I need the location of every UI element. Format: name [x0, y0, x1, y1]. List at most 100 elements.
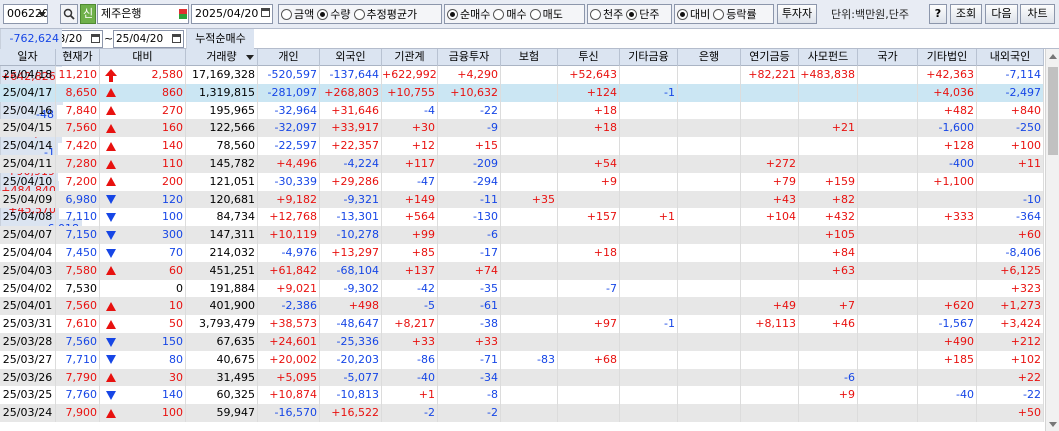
- radio-icon[interactable]: [590, 8, 601, 20]
- table-row[interactable]: 25/04/15 7,560 160 122,566 -32,097 +33,917 +30…: [0, 119, 1044, 138]
- chart-button[interactable]: 차트: [1020, 4, 1055, 24]
- calendar-icon[interactable]: [261, 8, 270, 17]
- vertical-scrollbar[interactable]: [1045, 49, 1059, 431]
- header-col-change[interactable]: 대비: [100, 49, 186, 66]
- triangle-up-icon: [104, 157, 118, 171]
- compare-type-option[interactable]: 대비: [677, 6, 710, 22]
- header-col-individual[interactable]: 개인: [258, 49, 320, 66]
- table-row[interactable]: 25/04/11 7,280 110 145,782 +4,496 -4,224 +117-…: [0, 155, 1044, 173]
- trade-type-option[interactable]: 순매수: [447, 6, 490, 22]
- change-value: 50: [169, 317, 183, 331]
- table-row[interactable]: 25/04/08 7,110 100 84,734 +12,768 -13,301 +564…: [0, 208, 1044, 227]
- table-row[interactable]: 25/04/03 7,580 60 451,251 +61,842 -68,104 +137…: [0, 261, 1044, 280]
- header-label: 거래량: [206, 50, 237, 63]
- header-col-insurance[interactable]: 보험: [501, 49, 558, 66]
- header-col-other-finance[interactable]: 기타금융: [620, 49, 678, 66]
- insurance-cell: [501, 297, 558, 316]
- table-row[interactable]: 25/04/04 7,450 70 214,032 -4,976 +13,297 +85 -1…: [0, 244, 1044, 262]
- header-col-institution[interactable]: 기관계: [382, 49, 438, 66]
- insurance-cell: [501, 226, 558, 244]
- help-button[interactable]: ?: [929, 4, 947, 24]
- amount-type-option[interactable]: 추정평균가: [353, 6, 417, 22]
- other-finance-cell: [620, 155, 678, 173]
- compare-type-option[interactable]: 등락률: [713, 6, 757, 22]
- table-row[interactable]: 25/04/09 6,980 120 120,681 +9,182 -9,321 +149-…: [0, 190, 1044, 209]
- trade-type-option[interactable]: 매도: [529, 6, 563, 22]
- scroll-thumb[interactable]: [1048, 67, 1058, 155]
- sort-dropdown-icon[interactable]: [246, 55, 254, 60]
- header-col-financial-invest[interactable]: 금융투자: [438, 49, 501, 66]
- table-row[interactable]: 25/04/18 11,210 2,580 17,169,328 -520,597 -13…: [0, 66, 1044, 84]
- radio-icon[interactable]: [317, 8, 329, 20]
- table-row[interactable]: 25/03/25 7,760 140 60,325 +10,874 -10,813 +1 -8…: [0, 386, 1044, 405]
- table-row[interactable]: 25/04/01 7,560 10 401,900 -2,386 +498 -5 -61 +49…: [0, 297, 1044, 316]
- table-row[interactable]: 25/03/31 7,610 50 3,793,479 +38,573 -48,647 +8…: [0, 315, 1044, 333]
- table-row[interactable]: 25/04/07 7,150 300 147,311 +10,119 -10,278 +99…: [0, 226, 1044, 244]
- radio-icon[interactable]: [281, 8, 292, 20]
- arrow-shape: [106, 337, 116, 347]
- amount-type-option[interactable]: 수량: [317, 6, 351, 22]
- triangle-down-icon: [104, 353, 118, 367]
- calendar-icon[interactable]: [172, 34, 181, 43]
- header-col-other-corp[interactable]: 기타법인: [918, 49, 977, 66]
- new-listing-badge[interactable]: 신: [80, 4, 96, 24]
- table-row[interactable]: 25/04/16 7,840 270 195,965 -32,964 +31,646 -4-…: [0, 101, 1044, 120]
- header-col-date[interactable]: 일자: [0, 49, 56, 66]
- table-row[interactable]: 25/03/26 7,790 30 31,495 +5,095 -5,077 -40 -34 -…: [0, 368, 1044, 387]
- compare-type-option-label: 등락률: [726, 8, 757, 21]
- stock-code-input[interactable]: 006220: [3, 4, 48, 24]
- radio-icon[interactable]: [677, 8, 688, 20]
- other-finance-cell: [620, 172, 678, 191]
- header-col-pension[interactable]: 연기금등: [741, 49, 799, 66]
- unit-scale-option[interactable]: 단주: [626, 6, 660, 22]
- table-row[interactable]: 25/03/24 7,900 100 59,947 -16,570 +16,522 -2 -2…: [0, 404, 1044, 422]
- radio-icon[interactable]: [529, 8, 541, 20]
- table-row[interactable]: 25/04/17 8,650 860 1,319,815 -281,097 +268,80…: [0, 83, 1044, 102]
- institution-cell: -42: [382, 279, 438, 298]
- search-button[interactable]: [60, 4, 78, 24]
- header-col-government[interactable]: 국가: [858, 49, 918, 66]
- table-row[interactable]: 25/03/28 7,560 150 67,635 +24,601 -25,336 +33 +…: [0, 333, 1044, 351]
- table-row[interactable]: 25/04/14 7,420 140 78,560 -22,597 +22,357 +12 +…: [0, 137, 1044, 155]
- radio-icon[interactable]: [447, 8, 458, 20]
- date-input[interactable]: 2025/04/20: [191, 4, 273, 24]
- other-corp-cell: +620: [918, 297, 977, 316]
- query-button[interactable]: 조회: [950, 4, 982, 24]
- financial-invest-cell: -35: [438, 279, 501, 298]
- header-col-bank[interactable]: 은행: [678, 49, 741, 66]
- header-col-foreign[interactable]: 외국인: [320, 49, 382, 66]
- header-col-domestic-foreign[interactable]: 내외국인: [977, 49, 1044, 66]
- institution-cell: +137: [382, 261, 438, 280]
- amount-type-option[interactable]: 금액: [281, 6, 314, 22]
- stock-code-dropdown-icon[interactable]: [38, 12, 46, 17]
- price-cell: 7,280: [56, 155, 100, 173]
- domestic-foreign-cell: -2,497: [977, 83, 1044, 102]
- period-to-input[interactable]: 25/04/20: [113, 30, 184, 48]
- individual-cell: -2,386: [258, 297, 320, 316]
- financial-invest-cell: +10,632: [438, 83, 501, 102]
- scroll-up-button[interactable]: [1046, 49, 1059, 63]
- header-col-private-fund[interactable]: 사모펀드: [799, 49, 858, 66]
- radio-icon[interactable]: [713, 8, 725, 20]
- radio-icon[interactable]: [353, 8, 365, 20]
- header-col-volume[interactable]: 거래량: [186, 49, 258, 66]
- trade-type-option[interactable]: 매수: [493, 6, 527, 22]
- change-value: 80: [169, 352, 183, 366]
- investor-button[interactable]: 투자자: [777, 4, 817, 24]
- radio-icon[interactable]: [493, 8, 505, 20]
- table-row[interactable]: 25/04/02 7,530 0 191,884 +9,021 -9,302 -42 -35 -…: [0, 279, 1044, 298]
- table-row[interactable]: 25/04/10 7,200 200 121,051 -30,339 +29,286 -47…: [0, 172, 1044, 191]
- domestic-foreign-cell: +6,125: [977, 261, 1044, 280]
- radio-icon[interactable]: [626, 8, 638, 20]
- next-button[interactable]: 다음: [985, 4, 1018, 24]
- other-corp-cell: +4,036: [918, 83, 977, 102]
- table-row[interactable]: 25/03/27 7,710 80 40,675 +20,002 -20,203 -86 -7…: [0, 350, 1044, 369]
- calendar-icon[interactable]: [91, 34, 100, 43]
- header-label: 현재가: [62, 50, 93, 63]
- private-fund-cell: +483,838: [799, 66, 858, 84]
- unit-scale-option[interactable]: 천주: [590, 6, 623, 22]
- insurance-cell: [501, 333, 558, 351]
- header-col-trust[interactable]: 투신: [558, 49, 620, 66]
- header-col-price[interactable]: 현재가: [56, 49, 100, 66]
- scroll-down-button[interactable]: [1046, 417, 1059, 431]
